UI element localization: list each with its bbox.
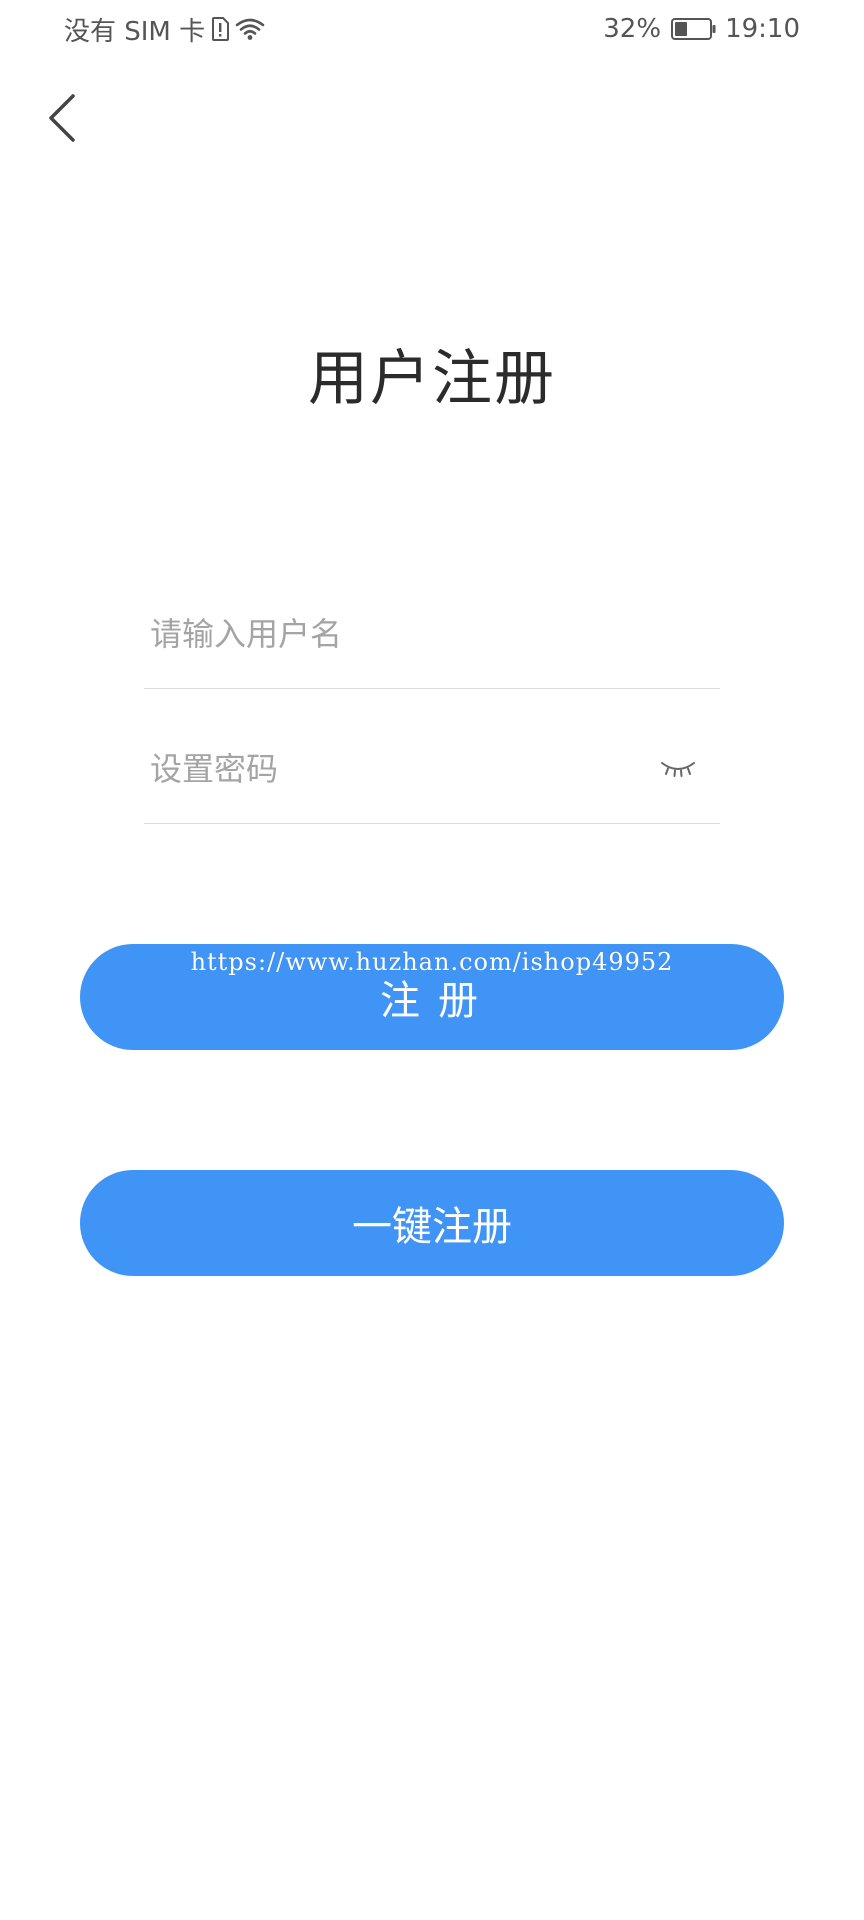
carrier-text: 没有 SIM 卡 — [64, 16, 206, 47]
back-button[interactable] — [38, 88, 86, 148]
wifi-icon — [235, 17, 265, 41]
register-form — [144, 580, 720, 824]
password-visibility-toggle[interactable] — [658, 757, 698, 781]
sim-alert-icon — [211, 17, 230, 41]
password-input[interactable] — [144, 749, 632, 789]
username-field — [144, 580, 720, 689]
status-bar: 没有 SIM 卡 32% 19:10 — [0, 0, 864, 58]
register-button[interactable]: 注册 — [80, 944, 784, 1050]
battery-percent: 32% — [603, 14, 662, 44]
status-right: 32% 19:10 — [603, 12, 800, 46]
username-input[interactable] — [144, 614, 632, 654]
status-left: 没有 SIM 卡 — [64, 12, 265, 47]
one-click-register-button[interactable]: 一键注册 — [80, 1170, 784, 1276]
password-field — [144, 715, 720, 824]
chevron-left-icon — [49, 94, 75, 142]
eye-closed-icon — [661, 762, 695, 777]
clock: 19:10 — [725, 14, 800, 44]
page-title: 用户注册 — [308, 344, 556, 414]
battery-icon — [671, 18, 717, 40]
